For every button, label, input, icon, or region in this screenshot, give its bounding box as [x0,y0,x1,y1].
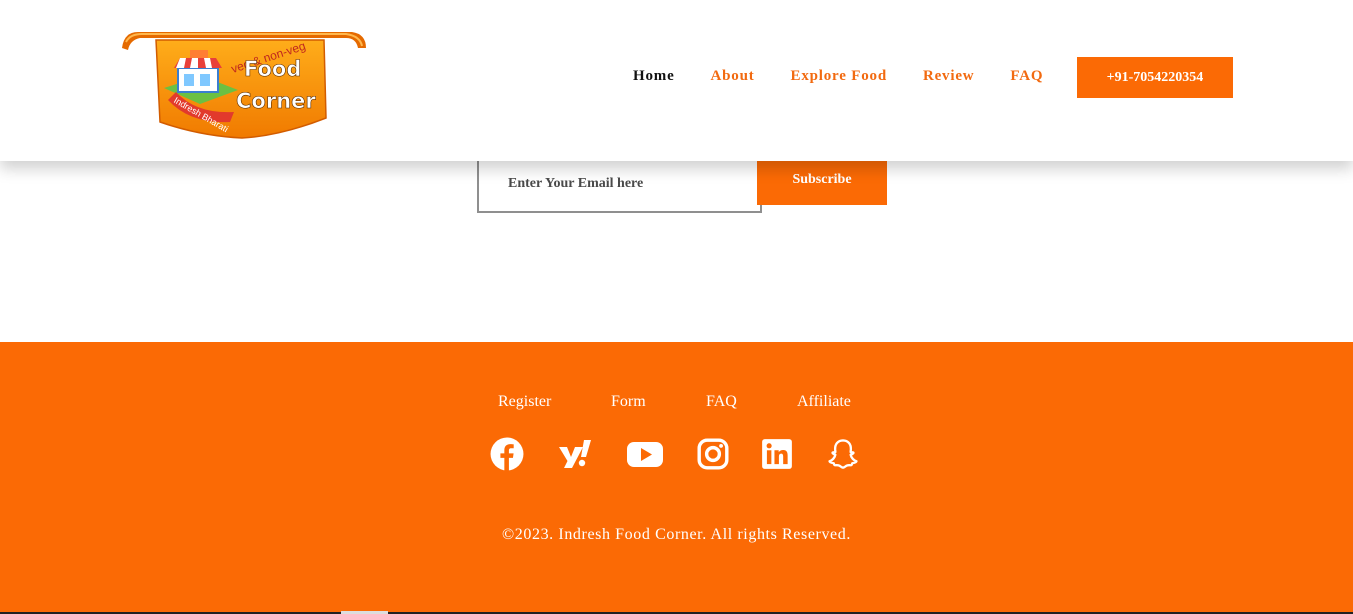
footer-link-affiliate[interactable]: Affiliate [797,392,851,412]
nav-review[interactable]: Review [923,66,974,86]
linkedin-icon[interactable] [760,437,794,471]
site-footer: Register Form FAQ Affiliate ©2023. Indre… [0,342,1353,614]
nav-about[interactable]: About [711,66,755,86]
main-nav: Home About Explore Food Review FAQ [633,66,1079,86]
social-icons [0,437,1353,473]
nav-home[interactable]: Home [633,66,675,86]
copyright-text: ©2023. Indresh Food Corner. All rights R… [502,526,851,543]
logo[interactable]: veg & non-veg Food Corner Indresh Bharat… [120,30,368,142]
snapchat-icon[interactable] [826,437,860,471]
youtube-icon[interactable] [626,437,664,471]
subscribe-button[interactable]: Subscribe [757,155,887,205]
email-input[interactable] [477,152,762,213]
footer-link-form[interactable]: Form [611,392,646,412]
phone-button[interactable]: +91-7054220354 [1077,57,1233,98]
footer-link-faq[interactable]: FAQ [706,392,737,412]
footer-link-register[interactable]: Register [498,392,551,412]
svg-text:Food: Food [244,57,301,81]
yelp-icon[interactable] [558,437,592,471]
instagram-icon[interactable] [696,437,730,471]
svg-text:Corner: Corner [236,89,316,113]
site-header: veg & non-veg Food Corner Indresh Bharat… [0,0,1353,161]
facebook-icon[interactable] [490,437,524,471]
nav-explore-food[interactable]: Explore Food [791,66,887,86]
nav-faq[interactable]: FAQ [1010,66,1043,86]
